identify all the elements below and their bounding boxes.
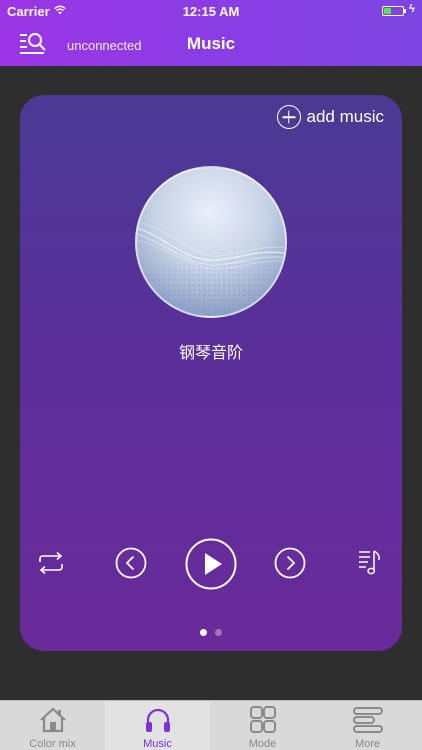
wave-artwork: [137, 222, 285, 316]
play-button[interactable]: [185, 538, 237, 590]
tab-label: More: [354, 738, 381, 750]
grid-icon: [250, 706, 276, 733]
plus-circle-icon: [276, 105, 301, 129]
tab-mode[interactable]: Mode: [210, 701, 315, 750]
tab-label: Music: [143, 738, 172, 750]
page-title: Music: [186, 34, 236, 53]
playback-controls: [20, 535, 402, 591]
charging-bolt-icon: ϟ: [409, 3, 415, 15]
battery-icon: [382, 6, 406, 16]
page-dot-active[interactable]: [200, 629, 207, 636]
menu-icon: [353, 707, 383, 733]
tab-bar: Color mix Music Mode More: [0, 700, 422, 750]
tab-music[interactable]: Music: [105, 701, 210, 750]
home-icon: [40, 707, 66, 733]
tab-label: Mode: [248, 738, 277, 750]
page-dot[interactable]: [215, 629, 222, 636]
tab-label: Color mix: [29, 738, 76, 750]
music-player-card[interactable]: add music 钢琴音阶: [20, 95, 402, 651]
app-header: Carrier 12:15 AM ϟ unconnected Music: [0, 0, 422, 66]
page-indicator: [20, 629, 402, 636]
previous-track-button[interactable]: [115, 547, 147, 579]
nav-bar: unconnected Music: [0, 22, 422, 66]
repeat-button[interactable]: [37, 551, 65, 575]
add-music-label: add music: [306, 107, 384, 126]
add-music-button[interactable]: add music: [276, 103, 384, 131]
album-art: [135, 166, 287, 318]
status-time: 12:15 AM: [182, 4, 240, 19]
next-track-button[interactable]: [274, 547, 306, 579]
status-bar: Carrier 12:15 AM ϟ: [0, 0, 422, 22]
headphones-icon: [146, 708, 170, 732]
tab-color-mix[interactable]: Color mix: [0, 701, 105, 750]
tab-more[interactable]: More: [315, 701, 420, 750]
track-title: 钢琴音阶: [178, 343, 243, 362]
playlist-button[interactable]: [358, 549, 382, 577]
